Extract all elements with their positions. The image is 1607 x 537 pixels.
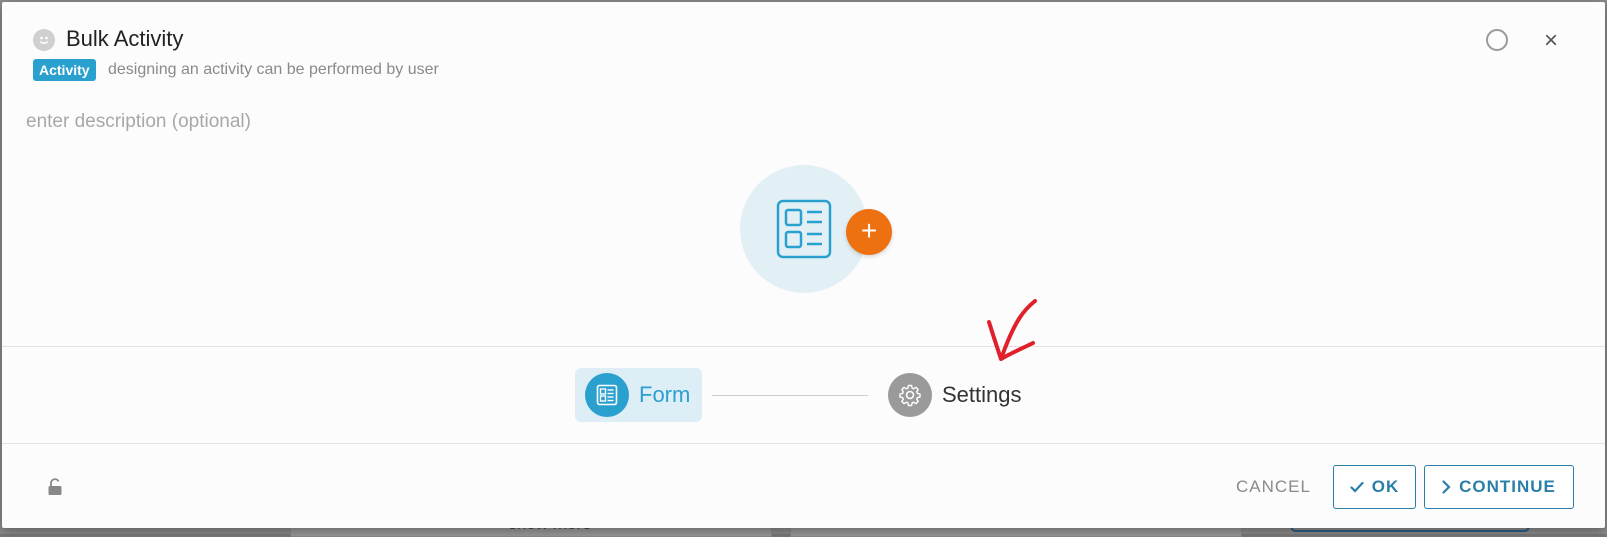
bulk-activity-dialog: Bulk Activity Activity designing an acti… [2, 2, 1605, 528]
step-form[interactable]: Form [575, 368, 702, 422]
divider [2, 443, 1605, 444]
step-form-label: Form [639, 382, 691, 407]
annotation-arrow-icon [987, 299, 1037, 361]
continue-label: CONTINUE [1459, 477, 1556, 496]
step-settings[interactable]: Settings [888, 373, 1022, 417]
gear-icon [888, 373, 932, 417]
divider [2, 346, 1605, 347]
form-step-icon [585, 373, 629, 417]
smiley-icon [33, 29, 55, 51]
dialog-title: Bulk Activity [66, 26, 184, 51]
unlock-icon[interactable] [47, 478, 63, 496]
ok-label: OK [1371, 477, 1400, 496]
check-icon [1350, 481, 1364, 493]
status-circle-button[interactable] [1486, 29, 1508, 51]
step-settings-label: Settings [942, 382, 1022, 407]
form-icon [776, 199, 832, 259]
step-connector [712, 395, 868, 396]
continue-button[interactable]: CONTINUE [1424, 465, 1574, 509]
dialog-subtitle: designing an activity can be performed b… [108, 61, 439, 78]
cancel-button[interactable]: CANCEL [1228, 465, 1319, 509]
chevron-right-icon [1442, 480, 1451, 494]
description-input[interactable] [24, 110, 628, 134]
close-icon[interactable]: × [1541, 29, 1561, 53]
activity-badge: Activity [33, 59, 96, 81]
ok-button[interactable]: OK [1333, 465, 1416, 509]
add-form-button[interactable]: + [846, 209, 892, 255]
